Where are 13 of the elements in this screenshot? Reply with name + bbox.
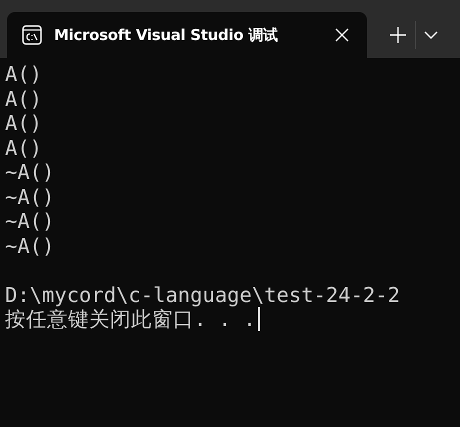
output-line: ~A() <box>5 160 54 184</box>
output-line: ~A() <box>5 209 54 234</box>
output-line: A() <box>5 111 42 136</box>
output-line: A() <box>5 86 42 111</box>
output-line: ~A() <box>5 234 54 258</box>
output-line: A() <box>5 136 42 160</box>
terminal-icon <box>22 24 42 46</box>
output-line: D:\mycord\c-language\test-24-2-2 <box>5 282 400 307</box>
output-line: ~A() <box>5 184 54 209</box>
tab-title: Microsoft Visual Studio 调试 <box>54 26 279 44</box>
output-line: A() <box>5 62 42 86</box>
terminal-tab[interactable]: Microsoft Visual Studio 调试 <box>7 12 367 58</box>
output-line: 按任意键关闭此窗口. . . <box>5 307 256 332</box>
